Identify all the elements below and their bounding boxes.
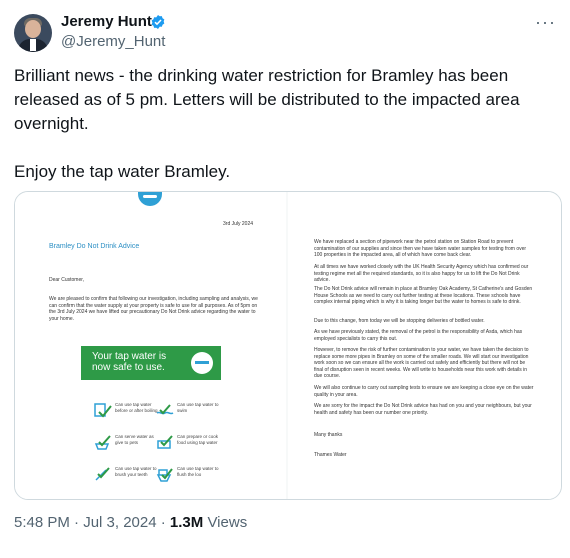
tweet-media[interactable]: 3rd July 2024 Bramley Do Not Drink Advic…: [14, 191, 562, 500]
banner-text: Your tap water is now safe to use.: [92, 351, 167, 373]
swim-icon: [156, 404, 174, 415]
author-handle[interactable]: @Jeremy_Hunt: [61, 33, 165, 50]
letter-paragraph: As we have previously stated, the remova…: [314, 329, 523, 342]
cooking-icon: [157, 435, 173, 449]
icon-label: Can use tap water to brush your teeth: [115, 466, 157, 477]
tweet-footer: 5:48 PM · Jul 3, 2024 · 1.3M Views: [14, 514, 247, 531]
letter-paragraph: However, to remove the risk of further c…: [314, 347, 529, 379]
tweet-text: Brilliant news - the drinking water rest…: [14, 64, 554, 184]
letter-paragraph: We have replaced a section of pipework n…: [314, 239, 527, 258]
safe-water-banner: Your tap water is now safe to use.: [81, 346, 221, 380]
more-options-icon[interactable]: ···: [535, 12, 556, 33]
letter-paragraph: We are sorry for the impact the Do Not D…: [314, 403, 532, 416]
tweet-timestamp[interactable]: 5:48 PM · Jul 3, 2024 ·: [14, 514, 170, 531]
letter-paragraph: Due to this change, from today we will b…: [314, 318, 485, 324]
views-count[interactable]: 1.3M: [170, 514, 203, 531]
icon-label: Can use tap water before or after boilin…: [115, 402, 158, 413]
letter-salutation: Dear Customer,: [49, 277, 85, 283]
toilet-icon: [156, 468, 173, 482]
thames-water-logo: [138, 192, 162, 206]
verified-badge-icon: [151, 15, 165, 29]
toothbrush-icon: [95, 467, 110, 481]
views-label: Views: [203, 514, 248, 531]
pet-bowl-icon: [94, 435, 111, 450]
letter-paragraph: We are pleased to confirm that following…: [49, 296, 258, 322]
letter-paragraph: At all times we have worked closely with…: [314, 264, 529, 283]
letter-paragraph: We will also continue to carry out sampl…: [314, 385, 534, 398]
icon-label: Can use tap water to swim: [177, 402, 219, 413]
letter-signoff: Many thanks: [314, 432, 343, 438]
letter-page-right[interactable]: We have replaced a section of pipework n…: [288, 192, 561, 499]
icon-label: Can serve water as give to pets: [115, 434, 154, 445]
letter-paragraph: The Do Not Drink advice will remain in p…: [314, 286, 533, 305]
avatar[interactable]: [14, 14, 52, 52]
icon-label: Can use tap water to flush the loo: [177, 466, 219, 477]
letter-page-left[interactable]: 3rd July 2024 Bramley Do Not Drink Advic…: [15, 192, 286, 499]
letter-date: 3rd July 2024: [223, 221, 254, 227]
icon-label: Can prepare or cook food using tap water: [177, 434, 219, 445]
letter-title: Bramley Do Not Drink Advice: [49, 243, 140, 250]
tweet-header: Jeremy Hunt @Jeremy_Hunt ···: [14, 12, 556, 56]
banner-logo-icon: [191, 352, 213, 374]
tweet-paragraph: Brilliant news - the drinking water rest…: [14, 66, 520, 133]
letter-signature: Thames Water: [314, 452, 347, 458]
tap-boil-icon: [94, 403, 112, 418]
tweet-paragraph: Enjoy the tap water Bramley.: [14, 162, 231, 181]
author-name[interactable]: Jeremy Hunt: [61, 13, 152, 30]
